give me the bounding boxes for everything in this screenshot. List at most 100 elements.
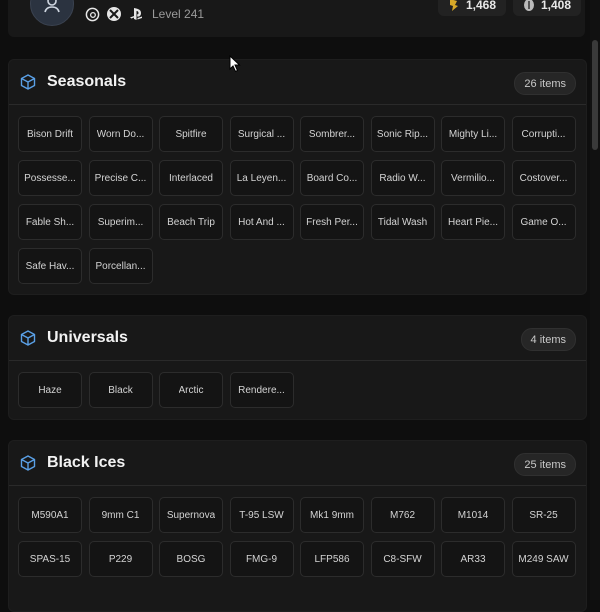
item-chip-label: Heart Pie... xyxy=(447,216,499,228)
item-chip[interactable]: Fable Sh... xyxy=(18,204,82,240)
item-chip-label: Rendere... xyxy=(238,384,285,396)
item-chip[interactable]: Costover... xyxy=(511,160,576,196)
section-header[interactable]: Universals 4 items xyxy=(9,316,586,361)
item-chip-label: Hot And ... xyxy=(238,216,285,228)
item-chip[interactable]: Mk1 9mm xyxy=(300,497,364,533)
item-chip[interactable]: Porcellan... xyxy=(88,248,153,284)
item-chip[interactable]: M762 xyxy=(370,497,435,533)
item-chip-label: Surgical ... xyxy=(237,128,286,140)
item-chip-label: Fable Sh... xyxy=(25,216,75,228)
item-chip-label: Arctic xyxy=(178,384,204,396)
item-chip[interactable]: La Leyen... xyxy=(229,160,294,196)
item-chip-label: 9mm C1 xyxy=(101,509,140,521)
item-chip[interactable]: Game O... xyxy=(511,204,576,240)
cube-icon xyxy=(20,455,36,471)
item-chip[interactable]: Bison Drift xyxy=(18,116,82,152)
renown-balance: 1,468 xyxy=(438,0,507,16)
item-chip-label: Interlaced xyxy=(169,172,213,184)
item-chip[interactable]: Sombrer... xyxy=(300,116,364,152)
user-icon xyxy=(44,0,60,13)
item-chip[interactable]: FMG-9 xyxy=(229,541,294,577)
item-chip[interactable]: Black xyxy=(88,372,153,408)
avatar[interactable] xyxy=(30,0,74,26)
item-chip[interactable]: 9mm C1 xyxy=(88,497,153,533)
item-chip-label: Game O... xyxy=(520,216,567,228)
item-chip-label: SPAS-15 xyxy=(29,553,71,565)
item-chip[interactable]: Board Co... xyxy=(300,160,364,196)
item-chip-label: M249 SAW xyxy=(518,553,569,565)
item-chip[interactable]: Supernova xyxy=(159,497,223,533)
item-chip[interactable]: Vermilio... xyxy=(441,160,505,196)
profile-header: Level 241 1,468 1,408 xyxy=(8,0,585,37)
item-grid: Bison Drift Worn Do... Spitfire Surgical ..… xyxy=(18,116,576,284)
item-chip-label: AR33 xyxy=(460,553,486,565)
section-seasonals: Seasonals 26 items Bison Drift Worn Do...… xyxy=(8,59,587,295)
item-chip[interactable]: Tidal Wash xyxy=(370,204,435,240)
item-chip[interactable]: SPAS-15 xyxy=(18,541,82,577)
item-chip-label: Fresh Per... xyxy=(306,216,358,228)
item-chip-label: M1014 xyxy=(457,509,489,521)
item-chip[interactable]: Corrupti... xyxy=(511,116,576,152)
renown-value: 1,468 xyxy=(466,0,497,12)
section-header[interactable]: Seasonals 26 items xyxy=(9,60,586,105)
credits-value: 1,408 xyxy=(541,0,572,12)
item-chip[interactable]: Safe Hav... xyxy=(18,248,82,284)
scrollbar[interactable] xyxy=(590,0,600,600)
item-chip[interactable]: Beach Trip xyxy=(159,204,223,240)
item-count-badge: 25 items xyxy=(514,453,576,476)
item-chip[interactable]: AR33 xyxy=(441,541,505,577)
item-chip[interactable]: Superim... xyxy=(88,204,153,240)
item-grid: Haze Black Arctic Rendere... xyxy=(18,372,576,408)
playstation-icon xyxy=(128,6,144,22)
item-chip-label: Superim... xyxy=(97,216,144,228)
section-title: Black Ices xyxy=(47,454,126,471)
scrollbar-thumb[interactable] xyxy=(592,40,598,150)
player-level: Level 241 xyxy=(152,7,205,21)
item-chip[interactable]: Possesse... xyxy=(18,160,82,196)
item-grid: M590A1 9mm C1 Supernova T-95 LSW Mk1 9mm M762… xyxy=(18,497,576,577)
item-chip[interactable]: Surgical ... xyxy=(229,116,294,152)
item-chip[interactable]: T-95 LSW xyxy=(229,497,294,533)
section-universals: Universals 4 items Haze Black Arctic Render… xyxy=(8,315,587,420)
item-chip-label: Sombrer... xyxy=(308,128,356,140)
item-chip[interactable]: Interlaced xyxy=(159,160,223,196)
item-chip-label: Sonic Rip... xyxy=(376,128,429,140)
item-chip[interactable]: Arctic xyxy=(159,372,223,408)
item-chip-label: Mighty Li... xyxy=(448,128,498,140)
credits-icon xyxy=(524,0,534,11)
item-chip[interactable]: SR-25 xyxy=(511,497,576,533)
item-chip-label: SR-25 xyxy=(529,509,558,521)
item-chip-label: Worn Do... xyxy=(96,128,145,140)
item-chip[interactable]: Sonic Rip... xyxy=(370,116,435,152)
item-chip[interactable]: Radio W... xyxy=(370,160,435,196)
item-chip[interactable]: Worn Do... xyxy=(88,116,153,152)
item-chip-label: Board Co... xyxy=(306,172,358,184)
item-chip[interactable]: Hot And ... xyxy=(229,204,294,240)
item-chip[interactable]: M249 SAW xyxy=(511,541,576,577)
item-chip[interactable]: M1014 xyxy=(441,497,505,533)
item-chip-label: BOSG xyxy=(176,553,206,565)
item-chip[interactable]: M590A1 xyxy=(18,497,82,533)
item-chip[interactable]: LFP586 xyxy=(300,541,364,577)
item-chip[interactable]: Precise C... xyxy=(88,160,153,196)
item-count-badge: 4 items xyxy=(520,328,576,351)
item-chip[interactable]: Spitfire xyxy=(159,116,223,152)
item-chip[interactable]: Mighty Li... xyxy=(441,116,505,152)
item-chip[interactable]: C8-SFW xyxy=(370,541,435,577)
section-title: Universals xyxy=(47,329,128,346)
item-chip-label: La Leyen... xyxy=(236,172,287,184)
item-chip[interactable]: Fresh Per... xyxy=(300,204,364,240)
item-chip[interactable]: Haze xyxy=(18,372,82,408)
ubisoft-icon xyxy=(84,6,100,22)
item-chip-label: Supernova xyxy=(166,509,216,521)
section-title: Seasonals xyxy=(47,73,127,90)
item-chip-label: Tidal Wash xyxy=(377,216,428,228)
item-chip[interactable]: Heart Pie... xyxy=(441,204,505,240)
item-chip[interactable]: Rendere... xyxy=(229,372,294,408)
item-chip-label: M590A1 xyxy=(31,509,69,521)
section-header[interactable]: Black Ices 25 items xyxy=(9,441,586,486)
item-chip-label: M762 xyxy=(389,509,415,521)
item-chip[interactable]: BOSG xyxy=(159,541,223,577)
item-chip[interactable]: P229 xyxy=(88,541,153,577)
item-chip-label: LFP586 xyxy=(314,553,350,565)
